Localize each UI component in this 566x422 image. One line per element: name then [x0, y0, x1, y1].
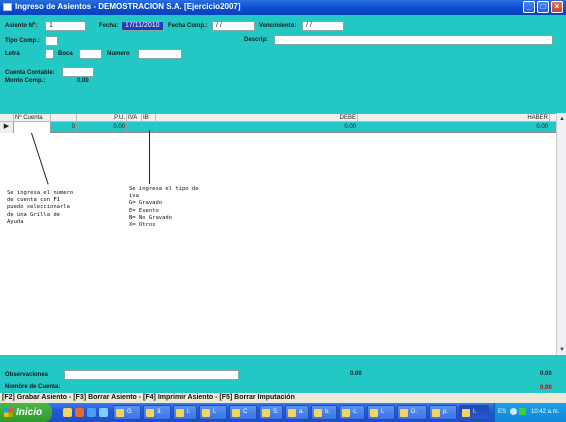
task-icon — [116, 409, 124, 417]
total-haber: 0.00 — [540, 371, 552, 377]
numero-field[interactable] — [138, 49, 182, 59]
taskbar: Inicio G 3. I. I. C S. a. b. c. I. D. p.… — [0, 403, 566, 422]
boca-field[interactable] — [79, 49, 102, 59]
fecha-field[interactable]: 17/11/2010 — [121, 21, 164, 31]
title-bar: Ingreso de Asientos - DEMOSTRACION S.A. … — [0, 0, 566, 15]
table-row[interactable]: ▶ 0 0.00 0.00 0.00 — [0, 122, 566, 133]
task-button[interactable]: I. — [173, 405, 197, 420]
entry-header-form: Asiento Nº: 1 Fecha: 17/11/2010 Fecha Co… — [0, 15, 566, 113]
task-icon — [288, 409, 296, 417]
task-icon — [202, 409, 210, 417]
app-icon — [3, 3, 12, 11]
task-button[interactable]: D. — [397, 405, 427, 420]
task-button[interactable]: I. — [367, 405, 395, 420]
boca-label: Boca — [58, 51, 73, 57]
help-icon[interactable] — [510, 408, 517, 415]
language-indicator[interactable]: ES — [498, 409, 506, 415]
entry-footer: Observaciones Nombre de Cuenta: 0.00 0.0… — [0, 355, 566, 393]
task-button[interactable]: C — [229, 405, 257, 420]
monto-comp-value: 0.00 — [77, 78, 89, 84]
asiento-label: Asiento Nº: — [5, 23, 38, 29]
quick-launch-browser-icon[interactable] — [87, 408, 96, 417]
grid-header: Nº Cuenta P.U. IVA IB DEBE HABER — [0, 113, 566, 123]
scroll-up-icon[interactable]: ▲ — [558, 115, 566, 123]
tipo-comp-label: Tipo Comp.: — [5, 38, 40, 44]
clock[interactable]: 10:42 a.m. — [531, 409, 559, 415]
vencimiento-field[interactable]: / / — [302, 21, 344, 31]
cell-cantidad[interactable]: 0 — [51, 122, 77, 133]
task-button[interactable]: c. — [339, 405, 365, 420]
numero-label: Numero — [107, 51, 130, 57]
scroll-down-icon[interactable]: ▼ — [558, 346, 566, 354]
task-icon — [432, 409, 440, 417]
fecha-comp-field[interactable]: / / — [212, 21, 255, 31]
start-button[interactable]: Inicio — [0, 403, 52, 422]
nombre-cuenta-label: Nombre de Cuenta: — [5, 384, 61, 390]
task-icon — [262, 409, 270, 417]
fecha-comp-label: Fecha Comp.: — [168, 23, 208, 29]
task-button[interactable]: S. — [259, 405, 283, 420]
task-icon — [314, 409, 322, 417]
quick-launch-media-icon[interactable] — [75, 408, 84, 417]
task-icon — [462, 409, 470, 417]
asiento-field[interactable]: 1 — [45, 21, 86, 31]
annotation-iva: Se ingresa el tipo de iva G= Gravado E= … — [129, 186, 199, 229]
minimize-button[interactable]: _ — [523, 1, 535, 13]
network-icon[interactable] — [519, 408, 526, 415]
start-label: Inicio — [16, 407, 43, 418]
task-button[interactable]: p. — [429, 405, 457, 420]
cell-iva[interactable] — [127, 122, 142, 133]
tipo-comp-field[interactable] — [45, 36, 58, 46]
task-icon — [146, 409, 154, 417]
grid-scrollbar[interactable]: ▲ ▼ — [556, 113, 566, 355]
letra-label: Letra — [5, 51, 20, 57]
task-button[interactable]: I. — [199, 405, 227, 420]
maximize-button[interactable]: □ — [537, 1, 549, 13]
task-button[interactable]: G — [113, 405, 141, 420]
difference-value: 0.00 — [540, 385, 552, 391]
descrip-label: Descrip: — [244, 37, 269, 43]
task-icon — [342, 409, 350, 417]
task-button-active[interactable]: I. — [459, 405, 489, 420]
task-button[interactable]: a. — [285, 405, 309, 420]
total-debe: 0.00 — [350, 371, 362, 377]
row-pointer-icon: ▶ — [0, 122, 14, 133]
monto-comp-label: Monto Comp.: — [5, 78, 46, 84]
quick-launch-app-icon[interactable] — [99, 408, 108, 417]
cell-debe[interactable]: 0.00 — [156, 122, 358, 133]
cuenta-contable-label: Cuenta Contable: — [5, 70, 55, 76]
system-tray: ES 10:42 a.m. — [494, 403, 566, 422]
annotation-arrow-iva — [149, 130, 150, 184]
task-icon — [400, 409, 408, 417]
observaciones-label: Observaciones — [5, 372, 49, 378]
cell-haber[interactable]: 0.00 — [358, 122, 550, 133]
cell-pu[interactable]: 0.00 — [77, 122, 127, 133]
fecha-label: Fecha: — [99, 23, 119, 29]
cuenta-contable-field[interactable] — [62, 67, 94, 77]
task-icon — [370, 409, 378, 417]
quick-launch-folder-icon[interactable] — [63, 408, 72, 417]
task-button[interactable]: 3. — [143, 405, 171, 420]
window-title: Ingreso de Asientos - DEMOSTRACION S.A. … — [15, 2, 241, 11]
task-icon — [232, 409, 240, 417]
task-icon — [176, 409, 184, 417]
windows-logo-icon — [4, 408, 13, 417]
letra-field[interactable] — [45, 49, 54, 59]
annotation-cuenta: Se ingresa el numero de cuenta con F1 pu… — [7, 190, 74, 225]
task-button[interactable]: b. — [311, 405, 337, 420]
descrip-field[interactable] — [274, 35, 553, 45]
cell-cuenta[interactable] — [14, 122, 51, 133]
observaciones-field[interactable] — [64, 370, 239, 380]
grid-body[interactable] — [0, 133, 556, 355]
function-keys-bar: [F2] Grabar Asiento - [F3] Borrar Asient… — [0, 393, 566, 403]
vencimiento-label: Vencimiento: — [259, 23, 297, 29]
close-button[interactable]: × — [551, 1, 563, 13]
